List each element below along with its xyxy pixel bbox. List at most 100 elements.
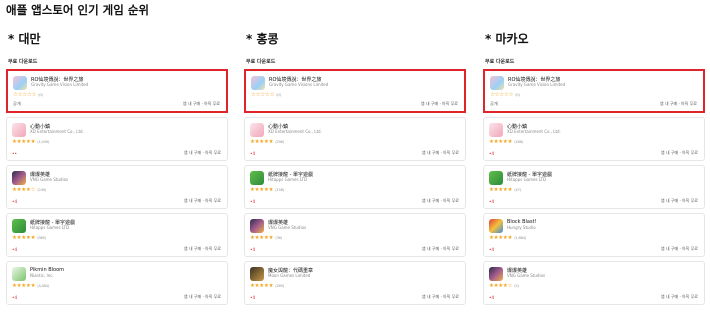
- rating-count: (36): [275, 235, 282, 240]
- rating-count: (47): [514, 187, 521, 192]
- rating-count: (186): [514, 139, 523, 144]
- in-app-purchase-note: 앱 내 구매 · 아직 무료: [660, 150, 698, 155]
- in-app-purchase-note: 앱 내 구매 · 아직 무료: [183, 246, 221, 251]
- price-tag: •4: [489, 247, 495, 252]
- ro-icon: [490, 76, 504, 90]
- blockblast-icon: [489, 219, 503, 233]
- page-title: 애플 앱스토어 인기 게임 순위: [6, 3, 149, 17]
- star-rating: ★★★★★ (1,684): [489, 235, 526, 241]
- rating-count: (0): [38, 92, 43, 97]
- star-rating: ★★★★★ (296): [250, 139, 284, 145]
- app-card[interactable]: Pikmin Bloom Niantic, Inc. ★★★★★ (4,484) •4 앱…: [6, 261, 228, 305]
- region-title: * 대만: [8, 32, 41, 46]
- app-card[interactable]: 紙牌接龍 - 單字遊戲 Hitapps Games LTD ★★★★★ (965) •4…: [6, 213, 228, 257]
- star-rating: ★★★★★ (265): [250, 283, 284, 289]
- app-card[interactable]: 爆爆英雄 VNG Game Studios ★★★★★ (36) •4 앱 내 구매 · …: [244, 213, 466, 257]
- star-empty-icon: ☆: [507, 283, 513, 289]
- app-card[interactable]: 爆爆英雄 VNG Game Studios ★★★★☆ (249) •4 앱 내 구매 ·…: [6, 165, 228, 209]
- in-app-purchase-note: 앱 내 구매 · 아직 무료: [421, 294, 459, 299]
- solitaire-icon: [489, 171, 503, 185]
- developer-name: Niantic, Inc.: [30, 273, 54, 278]
- in-app-purchase-note: 앱 내 구매 · 아직 무료: [183, 150, 221, 155]
- rating-count: (4,484): [37, 283, 49, 288]
- star-filled-icon: ★: [268, 139, 274, 145]
- in-app-purchase-note: 앱 내 구매 · 아직 무료: [421, 246, 459, 251]
- app-list: RO仙境傳說：世界之旅 Gravity Game Vision Limited ☆☆…: [483, 69, 705, 305]
- witch-icon: [250, 267, 264, 281]
- developer-name: Gravity Game Vision Limited: [508, 82, 566, 87]
- app-card[interactable]: 爆爆英雄 VNG Game Studios ★★★★☆ (2) •4 앱 내 구매 · 아…: [483, 261, 705, 305]
- star-rating: ☆☆☆☆☆ (0): [490, 92, 520, 98]
- star-filled-icon: ★: [268, 187, 274, 193]
- developer-name: Hitapps Games LTD: [30, 225, 70, 230]
- price-tag: •4: [489, 295, 495, 300]
- price-tag: •4: [250, 199, 256, 204]
- solitaire-icon: [12, 219, 26, 233]
- in-app-purchase-note: 앱 내 구매 · 아직 무료: [660, 246, 698, 251]
- star-rating: ★★★★★ (158): [250, 187, 284, 193]
- price-tag: •4: [12, 295, 18, 300]
- star-rating: ★★★★★ (186): [489, 139, 523, 145]
- app-card[interactable]: RO仙境傳說：世界之旅 Gravity Game Vision Limited ☆☆…: [6, 69, 228, 113]
- developer-name: XD Entertainment Co., Ltd.: [507, 129, 561, 134]
- pikmin-icon: [12, 267, 26, 281]
- star-filled-icon: ★: [30, 235, 36, 241]
- app-card[interactable]: 紙牌接龍 - 單字遊戲 Hitapps Games LTD ★★★★★ (47) •4 앱…: [483, 165, 705, 209]
- app-list: RO仙境傳說：世界之旅 Gravity Game Vision Limited ☆☆…: [6, 69, 228, 305]
- app-list: RO仙境傳說：世界之旅 Gravity Game Visions Limited ☆…: [244, 69, 466, 305]
- star-rating: ★★★★☆ (2): [489, 283, 519, 289]
- app-card[interactable]: 心動小鎮 XD Entertainment Co., Ltd. ★★★★★ (186)…: [483, 117, 705, 161]
- star-empty-icon: ☆: [508, 92, 514, 98]
- region-title: * 마카오: [485, 32, 529, 46]
- star-rating: ★★★★★ (4,484): [12, 283, 49, 289]
- in-app-purchase-note: 앱 내 구매 · 아직 무료: [421, 150, 459, 155]
- price-tag: 공개: [490, 101, 498, 106]
- app-card[interactable]: Block Blast! Hungry Studio ★★★★★ (1,684) •4 앱…: [483, 213, 705, 257]
- region-column-hongkong: * 홍콩 무료 다운로드 RO仙境傳說：世界之旅 Gravity Game Vis…: [244, 31, 466, 309]
- developer-name: Hungry Studio: [507, 225, 536, 230]
- developer-name: Hitapps Games LTD: [507, 177, 547, 182]
- star-filled-icon: ★: [507, 139, 513, 145]
- section-label: 무료 다운로드: [485, 59, 515, 65]
- section-label: 무료 다운로드: [8, 59, 38, 65]
- app-card[interactable]: 魔女與龍：代碼重章 Moon Games Limited ★★★★★ (265) •4 앱…: [244, 261, 466, 305]
- star-rating: ★★★★★ (47): [489, 187, 521, 193]
- app-card[interactable]: 心動小鎮 XD Entertainment Co., Ltd. ★★★★★ (296)…: [244, 117, 466, 161]
- xd-town-icon: [250, 123, 264, 137]
- ro-icon: [251, 76, 265, 90]
- price-tag: •4: [489, 151, 495, 156]
- in-app-purchase-note: 앱 내 구매 · 아직 무료: [421, 198, 459, 203]
- rating-count: (0): [515, 92, 520, 97]
- developer-name: VNG Game Studios: [507, 273, 546, 278]
- in-app-purchase-note: 앱 내 구매 · 아직 무료: [183, 294, 221, 299]
- developer-name: XD Entertainment Co., Ltd.: [30, 129, 84, 134]
- star-filled-icon: ★: [30, 139, 36, 145]
- app-card[interactable]: RO仙境傳說：世界之旅 Gravity Game Vision Limited ☆☆…: [483, 69, 705, 113]
- star-rating: ★★★★★ (965): [12, 235, 46, 241]
- rating-count: (249): [37, 187, 46, 192]
- xd-town-icon: [489, 123, 503, 137]
- xd-town-icon: [12, 123, 26, 137]
- star-empty-icon: ☆: [30, 187, 36, 193]
- rating-count: (296): [275, 139, 284, 144]
- star-rating: ☆☆☆☆☆ (0): [251, 92, 281, 98]
- app-card[interactable]: 紙牌接龍 - 單字遊戲 Hitapps Games LTD ★★★★★ (158) •4…: [244, 165, 466, 209]
- star-empty-icon: ☆: [269, 92, 275, 98]
- price-tag: •4: [250, 151, 256, 156]
- star-rating: ★★★★☆ (249): [12, 187, 46, 193]
- app-card[interactable]: 心動小鎮 XD Entertainment Co., Ltd. ★★★★★ (1,04…: [6, 117, 228, 161]
- hero-icon: [250, 219, 264, 233]
- developer-name: Gravity Game Visions Limited: [269, 82, 329, 87]
- price-tag: •4: [250, 295, 256, 300]
- star-empty-icon: ☆: [31, 92, 37, 98]
- region-title: * 홍콩: [246, 32, 279, 46]
- price-tag: •4: [12, 247, 18, 252]
- hero-icon: [489, 267, 503, 281]
- star-filled-icon: ★: [268, 283, 274, 289]
- ro-icon: [13, 76, 27, 90]
- app-card[interactable]: RO仙境傳說：世界之旅 Gravity Game Visions Limited ☆…: [244, 69, 466, 113]
- in-app-purchase-note: 앱 내 구매 · 아직 무료: [183, 198, 221, 203]
- region-column-macau: * 마카오 무료 다운로드 RO仙境傳說：世界之旅 Gravity Game Vi…: [483, 31, 705, 309]
- rating-count: (1,049): [37, 139, 49, 144]
- in-app-purchase-note: 앱 내 구매 · 아직 무료: [659, 101, 697, 106]
